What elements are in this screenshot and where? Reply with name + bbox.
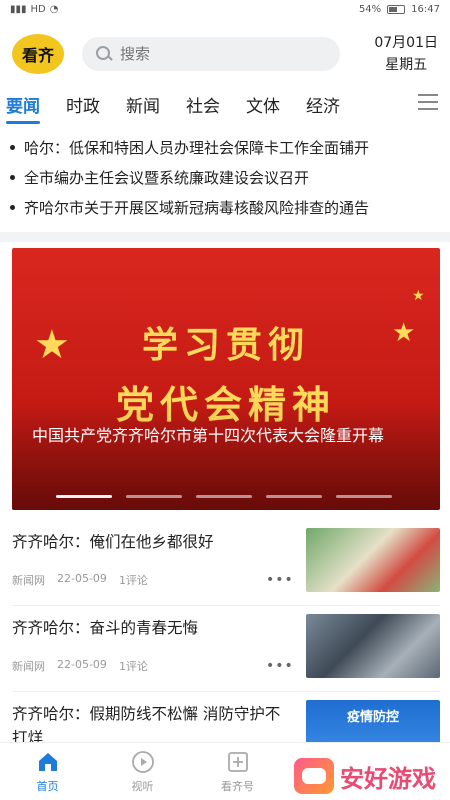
carousel-dot[interactable] (126, 495, 182, 498)
search-bar[interactable] (82, 37, 340, 71)
date-text: 07月01日 (374, 35, 438, 51)
news-meta: 新闻网 22-05-09 1评论 (12, 658, 148, 674)
headline-item[interactable]: 齐哈尔市关于开展区域新冠病毒核酸风险排查的通告 (0, 192, 450, 222)
headline-text: 哈尔：低保和特困人员办理社会保障卡工作全面铺开 (24, 138, 370, 157)
news-source: 新闻网 (12, 660, 45, 673)
carousel-dot[interactable] (56, 495, 112, 498)
weekday-text: 星期五 (385, 57, 428, 73)
date-display: 07月01日 星期五 (374, 32, 438, 76)
news-item[interactable]: 齐齐哈尔：俺们在他乡都很好 新闻网 22-05-09 1评论 ••• (12, 520, 440, 606)
news-comments: 1评论 (118, 660, 148, 673)
section-divider (0, 232, 450, 242)
carousel-dot[interactable] (196, 495, 252, 498)
tab-shehui[interactable]: 社会 (186, 92, 220, 117)
search-icon (96, 46, 112, 62)
bullet-icon (10, 204, 15, 210)
star-icon: ★ (412, 288, 425, 304)
news-thumbnail (306, 614, 440, 678)
tab-shizheng[interactable]: 时政 (66, 92, 100, 117)
banner-caption: 中国共产党齐齐哈尔市第十四次代表大会隆重开幕 (32, 426, 385, 445)
banner-title-line1: 学习贯彻 (141, 324, 310, 366)
more-options-icon[interactable]: ••• (266, 658, 294, 674)
carousel-indicators (56, 495, 392, 498)
battery-icon (387, 4, 406, 14)
carousel-dot[interactable] (336, 495, 392, 498)
news-item[interactable]: 齐齐哈尔：奋斗的青春无悔 新闻网 22-05-09 1评论 ••• (12, 606, 440, 692)
news-date: 22-05-09 (57, 658, 107, 671)
news-date: 22-05-09 (57, 572, 107, 585)
news-comments: 1评论 (118, 574, 148, 587)
banner-carousel[interactable]: ★ ★ ★ 学习贯彻 党代会精神 中国共产党齐齐哈尔市第十四次代表大会隆重开幕 (12, 248, 440, 510)
status-right: 54% 16:47 (359, 4, 440, 15)
menu-icon[interactable] (418, 94, 438, 110)
headline-list: 哈尔：低保和特困人员办理社会保障卡工作全面铺开 全市编办主任会议暨系统廉政建设会… (0, 132, 450, 222)
home-icon (38, 752, 57, 771)
app-header: 看齐 07月01日 星期五 (0, 22, 450, 86)
battery-percent: 54% (358, 3, 382, 15)
tab-xinwen[interactable]: 新闻 (126, 92, 160, 117)
watermark-logo: 安好游戏 (294, 758, 436, 794)
signal-label: HD (30, 3, 46, 15)
nav-home-label: 首页 (36, 779, 59, 793)
nav-kanqi-label: 看齐号 (221, 779, 254, 793)
news-title: 齐齐哈尔：奋斗的青春无悔 (12, 619, 199, 637)
play-icon (131, 750, 154, 773)
watermark-text: 安好游戏 (340, 764, 436, 793)
bullet-icon (10, 174, 15, 180)
bullet-icon (10, 144, 15, 150)
carousel-dot[interactable] (266, 495, 322, 498)
tab-jingji[interactable]: 经济 (306, 92, 340, 117)
tab-wenti[interactable]: 文体 (246, 92, 280, 117)
search-input[interactable] (120, 45, 320, 63)
nav-home[interactable]: 首页 (0, 743, 95, 800)
status-bar: ▮▮▮ HD ◔ 54% 16:47 (0, 0, 450, 18)
headline-text: 齐哈尔市关于开展区域新冠病毒核酸风险排查的通告 (24, 198, 370, 217)
signal-icon: ▮▮▮ (10, 3, 27, 15)
plus-square-icon (227, 751, 248, 772)
nav-kanqi[interactable]: 看齐号 (190, 743, 285, 800)
clock: 16:47 (411, 3, 440, 15)
headline-item[interactable]: 全市编办主任会议暨系统廉政建设会议召开 (0, 162, 450, 192)
category-tabs: 要闻 时政 新闻 社会 文体 经济 (0, 86, 450, 124)
headline-item[interactable]: 哈尔：低保和特困人员办理社会保障卡工作全面铺开 (0, 132, 450, 162)
banner-overlay (12, 402, 440, 510)
more-options-icon[interactable]: ••• (266, 572, 294, 588)
nav-video-label: 视听 (131, 779, 154, 793)
news-title: 齐齐哈尔：俺们在他乡都很好 (12, 533, 214, 551)
news-thumbnail (306, 528, 440, 592)
tab-yaowen[interactable]: 要闻 (6, 92, 40, 124)
news-meta: 新闻网 22-05-09 1评论 (12, 572, 148, 588)
app-logo[interactable]: 看齐 (12, 34, 64, 74)
status-left: ▮▮▮ HD ◔ (10, 4, 58, 15)
gamepad-icon (294, 758, 334, 794)
news-source: 新闻网 (12, 574, 45, 587)
nav-video[interactable]: 视听 (95, 743, 190, 800)
wifi-icon: ◔ (49, 3, 59, 15)
headline-text: 全市编办主任会议暨系统廉政建设会议召开 (24, 168, 310, 187)
